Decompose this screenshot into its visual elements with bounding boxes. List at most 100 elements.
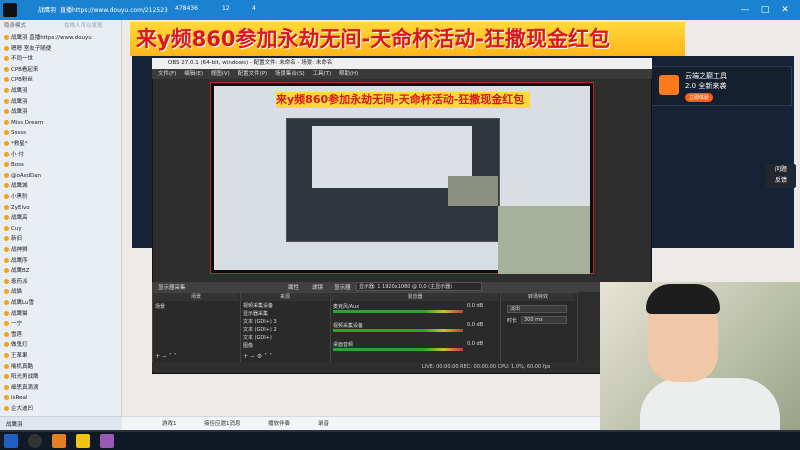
source-toolbar: 显示器采集 属性 滤镜 显示器 显示器: 1 1920x1080 @ 0,0 (… xyxy=(152,282,652,292)
volume-meter[interactable] xyxy=(333,329,463,332)
display-select[interactable]: 显示器: 1 1920x1080 @ 0,0 (主显示器) xyxy=(356,282,482,291)
menu-help[interactable]: 帮助(H) xyxy=(339,71,358,77)
volume-meter[interactable] xyxy=(333,310,463,313)
avatar-icon xyxy=(4,77,9,83)
contact-item[interactable]: 战鹰高 xyxy=(4,214,28,223)
status-mode[interactable]: 隐身模式 xyxy=(4,22,26,31)
contact-item[interactable]: 喻机真酷 xyxy=(4,363,33,372)
source-label: 文本 (GDI+) 3 xyxy=(243,319,277,325)
duration-input[interactable]: 300 ms xyxy=(521,316,567,324)
stream-url[interactable]: 直播https://www.douyu.com/212523 xyxy=(60,5,168,14)
promo-line2: 2.0 全新来袭 xyxy=(685,82,727,90)
search-hint[interactable]: 在线人可以发现 xyxy=(64,22,103,31)
source-item[interactable]: 文本 (GDI+) xyxy=(243,335,327,342)
mixer-channel-db: 0.0 dB xyxy=(467,341,484,347)
avatar-icon xyxy=(4,363,9,369)
contact-item[interactable]: *救星* xyxy=(4,140,28,149)
contact-item[interactable]: 战鹰猫 xyxy=(4,310,28,319)
chat-item-2[interactable]: 接佳应邀1消息 xyxy=(204,417,241,431)
app-taskbar-icon[interactable] xyxy=(52,434,66,448)
contact-item[interactable]: 嗯嗯 室友子随便 xyxy=(4,45,51,54)
obs-titlebar: OBS 27.0.1 (64-bit, windows) - 配置文件: 未命名… xyxy=(152,58,652,69)
menu-profile[interactable]: 配置文件(P) xyxy=(238,71,268,77)
source-add-button[interactable]: + − ⚙ ˄ ˅ xyxy=(243,353,272,360)
mixer-channel-name: 麦克风/Aux xyxy=(333,304,360,310)
contact-item[interactable]: 战鹰羽 xyxy=(4,98,28,107)
contact-item[interactable]: 战鹰BZ xyxy=(4,267,30,276)
contact-item[interactable]: Sssss xyxy=(4,129,26,138)
menu-file[interactable]: 文件(F) xyxy=(158,71,176,77)
promo-card[interactable]: 云端之巅工具 2.0 全新来袭 立即体验 xyxy=(650,66,792,106)
contact-item[interactable]: 战神狮 xyxy=(4,246,28,255)
scene-add-button[interactable]: + − ˄ ˅ xyxy=(155,353,177,360)
obs-taskbar-icon[interactable] xyxy=(28,434,42,448)
contact-item[interactable]: Cuy xyxy=(4,225,22,234)
avatar-icon xyxy=(4,141,9,146)
contact-item[interactable]: 战鹰城 xyxy=(4,182,28,191)
contact-item[interactable]: 战鹰序 xyxy=(4,257,28,266)
contact-name: 战鹰猫 xyxy=(11,310,28,317)
contact-item[interactable]: ZyEivo xyxy=(4,204,30,213)
contact-name: ZyEivo xyxy=(11,204,30,211)
contact-item[interactable]: 一宁 xyxy=(4,320,22,329)
avatar-icon xyxy=(4,257,9,263)
contact-item[interactable]: CPB粉丝 xyxy=(4,76,33,85)
menu-edit[interactable]: 编辑(E) xyxy=(184,71,203,77)
preview-banner: 来y频860参加永劫无间-天命杯活动-狂撒现金红包 xyxy=(276,92,530,108)
promo-button[interactable]: 立即体验 xyxy=(685,93,714,102)
chat-item-3[interactable]: 播放伴奏 xyxy=(268,417,290,431)
folder-icon[interactable] xyxy=(76,434,90,448)
maximize-button[interactable]: □ xyxy=(758,3,772,17)
chat-item-4[interactable]: 录音 xyxy=(318,417,329,431)
preview-webcam xyxy=(498,206,590,274)
contact-item[interactable]: Miss Dream xyxy=(4,119,43,128)
contact-item[interactable]: 雪莲 xyxy=(4,331,22,340)
event-banner: 来y频860参加永劫无间-天命杯活动-狂撒现金红包 xyxy=(136,27,610,51)
contact-name: 喻机真酷 xyxy=(11,363,34,370)
contact-item[interactable]: 企大迪凹 xyxy=(4,405,33,414)
source-item[interactable]: 文本 (GDI+) 2 xyxy=(243,327,327,334)
mixer-channel-db: 0.0 dB xyxy=(467,303,484,309)
contact-item[interactable]: 战鹰羽 xyxy=(4,87,28,96)
close-button[interactable]: ✕ xyxy=(778,3,792,17)
filters-button[interactable]: 滤镜 xyxy=(312,283,323,291)
contact-item[interactable]: 战猫 xyxy=(4,288,22,297)
contact-item[interactable]: IsReal xyxy=(4,394,27,403)
contact-item[interactable]: 不同一世 xyxy=(4,55,33,64)
contact-item[interactable]: 阳光男战鹰 xyxy=(4,373,39,382)
contact-item[interactable]: 王革果 xyxy=(4,352,28,361)
contact-item[interactable]: @oAsdDan xyxy=(4,172,41,181)
chat-item-1[interactable]: 游戏1 xyxy=(162,417,177,431)
volume-meter[interactable] xyxy=(333,348,463,351)
contact-item[interactable]: Boss xyxy=(4,161,24,170)
menu-scene-collection[interactable]: 场景集合(S) xyxy=(275,71,305,77)
browser-icon[interactable] xyxy=(100,434,114,448)
properties-button[interactable]: 属性 xyxy=(288,283,299,291)
contact-item[interactable]: 患药派 xyxy=(4,278,28,287)
contact-item[interactable]: 小 付 xyxy=(4,151,24,160)
source-item[interactable]: 文本 (GDI+) 3 xyxy=(243,319,327,326)
contact-item[interactable]: 细思真滴滴 xyxy=(4,384,39,393)
transition-select[interactable]: 淡出 xyxy=(507,305,567,313)
avatar-icon xyxy=(4,194,9,199)
menu-view[interactable]: 视图(V) xyxy=(211,71,230,77)
contact-item[interactable]: 新旧 xyxy=(4,235,22,244)
contact-item[interactable]: 战鹰羽 直播https://www.douyu xyxy=(4,34,92,43)
minimize-button[interactable]: — xyxy=(738,3,752,17)
avatar-icon xyxy=(4,56,9,62)
source-item[interactable]: 视频采集设备 xyxy=(243,303,327,310)
contact-item[interactable]: CPB看起来 xyxy=(4,66,38,75)
source-item[interactable]: 图像 xyxy=(243,343,327,350)
avatar-icon xyxy=(4,321,9,327)
contact-item[interactable]: 战鹰Lu雪 xyxy=(4,299,34,308)
contact-item[interactable]: 做鬼灯 xyxy=(4,341,28,350)
scene-item[interactable]: 场景 xyxy=(155,303,237,311)
contact-item[interactable]: 战鹰羽 xyxy=(4,108,28,117)
feedback-button[interactable]: 问题 反馈 xyxy=(766,164,796,188)
contact-item[interactable]: 小黑豹 xyxy=(4,193,28,202)
start-icon[interactable] xyxy=(4,434,18,448)
avatar-icon xyxy=(4,310,9,316)
menu-tools[interactable]: 工具(T) xyxy=(312,71,331,77)
contact-name: Cuy xyxy=(11,225,22,232)
source-item[interactable]: 显示器采集 xyxy=(243,311,327,318)
